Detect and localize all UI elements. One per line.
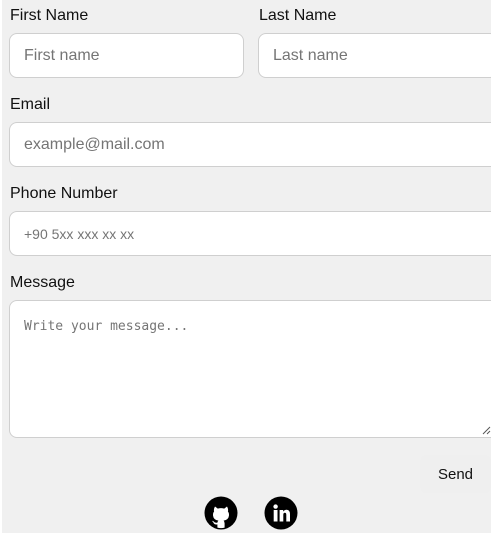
- last-name-label: Last Name: [259, 7, 337, 24]
- github-link[interactable]: [204, 496, 238, 530]
- linkedin-icon: [264, 496, 298, 530]
- linkedin-link[interactable]: [264, 496, 298, 530]
- contact-form-page: First Name Last Name Email Phone Number …: [0, 0, 491, 533]
- message-label: Message: [10, 274, 75, 291]
- last-name-input[interactable]: [258, 33, 491, 78]
- email-input[interactable]: [9, 122, 491, 167]
- left-edge: [0, 0, 2, 533]
- message-textarea[interactable]: [9, 300, 491, 438]
- email-label: Email: [10, 96, 51, 113]
- first-name-input[interactable]: [9, 33, 244, 78]
- github-icon: [204, 496, 238, 530]
- send-button[interactable]: Send: [420, 455, 491, 493]
- phone-input[interactable]: [9, 211, 491, 256]
- first-name-label: First Name: [10, 7, 89, 24]
- phone-label: Phone Number: [10, 185, 118, 202]
